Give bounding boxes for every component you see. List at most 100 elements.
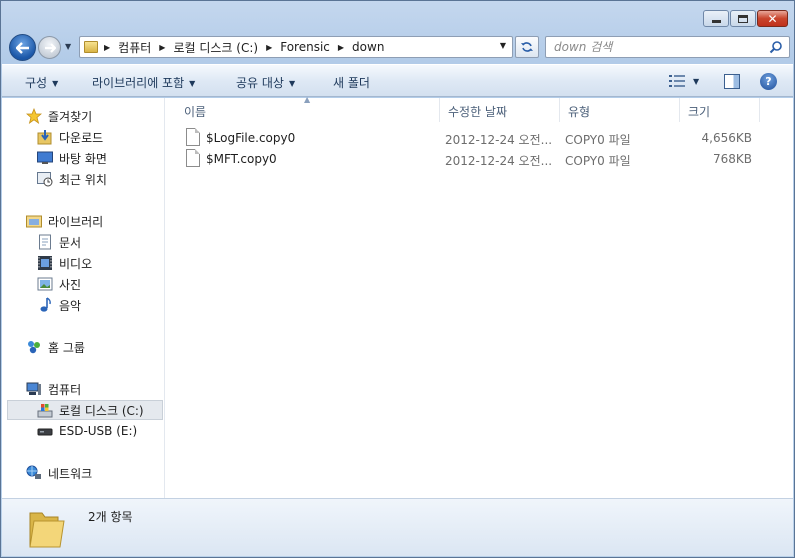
chevron-right-icon[interactable]: ▶ bbox=[266, 43, 272, 52]
search-box[interactable] bbox=[545, 36, 790, 58]
caption-buttons: ✕ bbox=[703, 10, 788, 27]
file-icon bbox=[186, 128, 200, 146]
navigation-pane: 즐겨찾기 다운로드 바탕 화면 최근 위치 라이브러리 문서 비디오 사진 음악… bbox=[2, 98, 165, 498]
file-size: 4,656KB bbox=[701, 131, 752, 145]
folder-icon bbox=[84, 41, 98, 53]
file-type: COPY0 파일 bbox=[565, 133, 631, 147]
back-arrow-icon bbox=[15, 41, 29, 54]
organize-label: 구성 bbox=[25, 76, 48, 90]
minimize-icon bbox=[711, 20, 721, 23]
chevron-right-icon[interactable]: ▶ bbox=[104, 43, 110, 52]
sidebar-label: 네트워크 bbox=[48, 466, 93, 481]
organize-menu[interactable]: 구성 ▼ bbox=[25, 74, 58, 91]
sidebar-label: 바탕 화면 bbox=[59, 151, 107, 166]
sidebar-item-favorites[interactable]: 즐겨찾기 bbox=[26, 106, 92, 126]
breadcrumb-down[interactable]: down bbox=[352, 40, 384, 54]
file-modified: 2012-12-24 오전... bbox=[445, 133, 553, 147]
homegroup-icon bbox=[28, 341, 40, 354]
close-button[interactable]: ✕ bbox=[757, 10, 788, 27]
file-icon bbox=[186, 149, 200, 167]
help-icon[interactable]: ? bbox=[760, 73, 777, 90]
minimize-button[interactable] bbox=[703, 10, 729, 27]
column-header-label: 수정한 날짜 bbox=[448, 105, 508, 119]
close-icon: ✕ bbox=[767, 11, 778, 26]
column-header-size[interactable]: 크기 bbox=[680, 98, 760, 122]
sidebar-label: ESD-USB (E:) bbox=[59, 424, 138, 438]
column-header-name[interactable]: 이름 bbox=[176, 98, 440, 122]
command-bar: 구성 ▼ 라이브러리에 포함 ▼ 공유 대상 ▼ 새 폴더 ▼ ? bbox=[2, 64, 793, 97]
file-modified: 2012-12-24 오전... bbox=[445, 154, 553, 168]
refresh-icon bbox=[521, 42, 533, 52]
sidebar-item-libraries[interactable]: 라이브러리 bbox=[26, 211, 103, 231]
file-name: $MFT.copy0 bbox=[206, 152, 277, 166]
sidebar-label: 즐겨찾기 bbox=[48, 109, 93, 124]
sidebar-item-local-disk[interactable]: 로컬 디스크 (C:) bbox=[7, 400, 163, 420]
library-icon bbox=[26, 215, 42, 228]
navigation-row: ▼ ▶ 컴퓨터 ▶ 로컬 디스크 (C:) ▶ Forensic ▶ down … bbox=[7, 33, 790, 61]
documents-icon bbox=[39, 234, 51, 250]
preview-pane-icon[interactable] bbox=[724, 74, 740, 89]
breadcrumb-computer[interactable]: 컴퓨터 bbox=[118, 39, 151, 56]
breadcrumb-local-disk[interactable]: 로컬 디스크 (C:) bbox=[173, 39, 258, 56]
sidebar-item-videos[interactable]: 비디오 bbox=[37, 253, 92, 273]
include-in-library-menu[interactable]: 라이브러리에 포함 ▼ bbox=[92, 74, 195, 91]
sidebar-label: 음악 bbox=[59, 298, 82, 313]
explorer-window: ✕ ▼ ▶ 컴퓨터 ▶ 로컬 디스크 (C:) ▶ Forensic ▶ dow… bbox=[0, 0, 795, 558]
sidebar-label: 사진 bbox=[59, 277, 82, 292]
maximize-button[interactable] bbox=[730, 10, 756, 27]
table-row[interactable]: $LogFile.copy0 2012-12-24 오전... COPY0 파일… bbox=[166, 128, 793, 149]
star-icon bbox=[26, 108, 42, 124]
sidebar-item-homegroup[interactable]: 홈 그룹 bbox=[26, 337, 85, 357]
address-dropdown-icon[interactable]: ▼ bbox=[500, 41, 506, 50]
share-with-menu[interactable]: 공유 대상 ▼ bbox=[236, 74, 295, 91]
new-folder-label: 새 폴더 bbox=[333, 76, 370, 90]
file-name: $LogFile.copy0 bbox=[206, 131, 296, 145]
pictures-icon bbox=[37, 277, 53, 291]
search-icon[interactable] bbox=[769, 40, 783, 54]
downloads-icon bbox=[37, 130, 52, 145]
chevron-right-icon[interactable]: ▶ bbox=[338, 43, 344, 52]
folder-icon bbox=[29, 512, 65, 548]
usb-drive-icon bbox=[37, 428, 53, 436]
recent-pages-dropdown[interactable]: ▼ bbox=[65, 42, 71, 51]
back-button[interactable] bbox=[9, 34, 36, 61]
sidebar-item-documents[interactable]: 문서 bbox=[37, 232, 81, 252]
forward-button[interactable] bbox=[38, 36, 61, 59]
details-pane: 2개 항목 bbox=[2, 498, 793, 556]
sidebar-item-pictures[interactable]: 사진 bbox=[37, 274, 81, 294]
network-icon bbox=[26, 465, 41, 479]
sidebar-label: 비디오 bbox=[59, 256, 93, 271]
address-bar[interactable]: ▶ 컴퓨터 ▶ 로컬 디스크 (C:) ▶ Forensic ▶ down ▼ bbox=[79, 36, 513, 58]
main-area: 즐겨찾기 다운로드 바탕 화면 최근 위치 라이브러리 문서 비디오 사진 음악… bbox=[2, 95, 793, 498]
sidebar-item-recent-places[interactable]: 최근 위치 bbox=[37, 169, 107, 189]
chevron-right-icon[interactable]: ▶ bbox=[159, 43, 165, 52]
search-input[interactable] bbox=[554, 40, 764, 54]
file-size: 768KB bbox=[712, 152, 752, 166]
sidebar-item-esd-usb[interactable]: ESD-USB (E:) bbox=[37, 421, 137, 441]
sidebar-item-music[interactable]: 음악 bbox=[37, 295, 81, 315]
view-dropdown-icon[interactable]: ▼ bbox=[693, 77, 699, 86]
desktop-icon bbox=[37, 151, 53, 164]
sidebar-item-desktop[interactable]: 바탕 화면 bbox=[37, 148, 107, 168]
new-folder-button[interactable]: 새 폴더 bbox=[333, 74, 370, 91]
sidebar-item-network[interactable]: 네트워크 bbox=[26, 463, 92, 483]
column-header-label: 유형 bbox=[568, 105, 591, 119]
chevron-down-icon: ▼ bbox=[189, 79, 196, 88]
music-icon bbox=[40, 297, 51, 312]
column-header-type[interactable]: 유형 bbox=[560, 98, 680, 122]
refresh-button[interactable] bbox=[515, 36, 539, 58]
sidebar-label: 문서 bbox=[59, 235, 82, 250]
chevron-down-icon: ▼ bbox=[288, 79, 296, 88]
sidebar-label: 컴퓨터 bbox=[48, 382, 82, 397]
column-header-label: 이름 bbox=[184, 105, 207, 119]
sidebar-label: 홈 그룹 bbox=[48, 340, 85, 355]
sidebar-item-downloads[interactable]: 다운로드 bbox=[37, 127, 103, 147]
drive-icon bbox=[37, 404, 53, 418]
breadcrumb-forensic[interactable]: Forensic bbox=[280, 40, 330, 54]
file-list: ▲ 이름 수정한 날짜 유형 크기 $LogFile.copy0 2012-12… bbox=[166, 95, 793, 498]
view-options-icon[interactable] bbox=[669, 75, 685, 87]
table-row[interactable]: $MFT.copy0 2012-12-24 오전... COPY0 파일 768… bbox=[166, 149, 793, 170]
sidebar-item-computer[interactable]: 컴퓨터 bbox=[26, 379, 81, 399]
column-header-modified[interactable]: 수정한 날짜 bbox=[440, 98, 560, 122]
include-in-library-label: 라이브러리에 포함 bbox=[92, 76, 185, 90]
